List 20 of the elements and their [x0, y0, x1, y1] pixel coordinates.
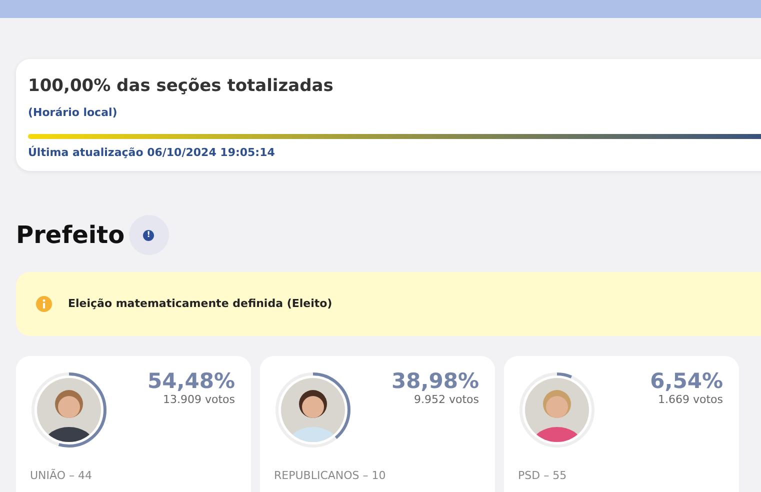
section-title: Prefeito — [16, 220, 125, 250]
vote-percentage: 6,54% — [650, 371, 723, 392]
last-update-text: Última atualização 06/10/2024 19:05:14 — [28, 144, 276, 161]
local-time-note: (Horário local) — [28, 105, 118, 122]
info-icon: ! — [143, 230, 154, 241]
info-icon — [36, 296, 52, 312]
party-label: UNIÃO – 44 — [30, 468, 94, 484]
vote-count: 9.952 votos — [412, 392, 479, 408]
candidate-card[interactable]: 6,54% 1.669 votos PSD – 55 — [504, 356, 739, 492]
party-label: PSD – 55 — [518, 468, 568, 484]
info-button[interactable]: ! — [128, 215, 169, 256]
vote-percentage: 54,48% — [148, 371, 235, 392]
vote-count: 13.909 votos — [162, 392, 235, 408]
party-label: REPUBLICANOS – 10 — [274, 468, 387, 484]
alert-text: Eleição matematicamente definida (Eleito) — [68, 296, 332, 312]
candidate-card[interactable]: 54,48% 13.909 votos UNIÃO – 44 — [16, 356, 251, 492]
candidate-card[interactable]: 38,98% 9.952 votos REPUBLICANOS – 10 — [260, 356, 495, 492]
progress-title: 100,00% das seções totalizadas — [28, 76, 334, 96]
vote-percentage: 38,98% — [392, 371, 479, 392]
vote-count: 1.669 votos — [656, 392, 723, 408]
